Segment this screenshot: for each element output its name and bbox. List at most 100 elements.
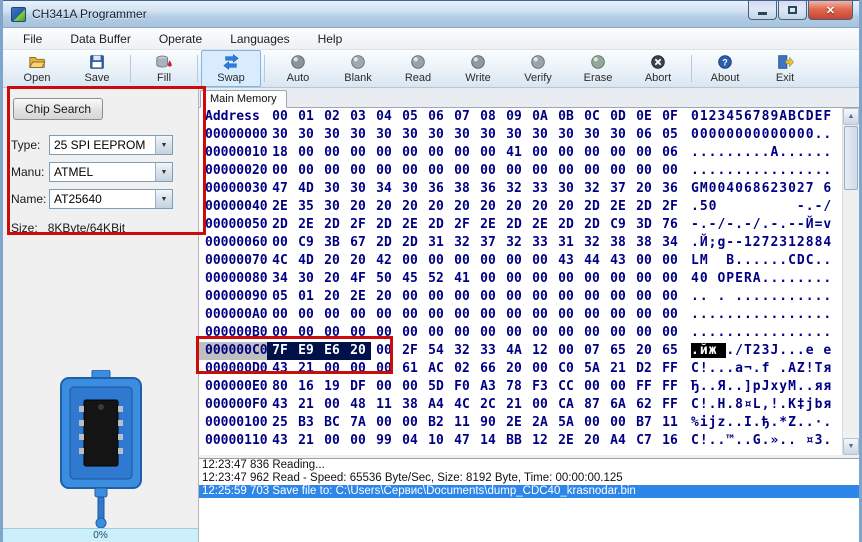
hex-byte-cell[interactable]: 2E xyxy=(475,216,501,234)
hex-byte-cell[interactable]: 00 xyxy=(449,162,475,180)
hex-byte-cell[interactable]: B3 xyxy=(293,414,319,432)
hex-byte-cell[interactable]: 00 xyxy=(319,162,345,180)
hex-byte-cell[interactable]: 2D xyxy=(319,216,345,234)
hex-byte-cell[interactable]: 20 xyxy=(579,432,605,450)
hex-row-00000110[interactable]: 00000110 43 21 00 00 99 04 10 47 14 BB 12 2E 20 A4 C7 16… xyxy=(199,432,842,450)
hex-byte-cell[interactable]: DF xyxy=(345,378,371,396)
hex-byte-cell[interactable]: 00 xyxy=(657,306,683,324)
hex-byte-cell[interactable]: 00 xyxy=(631,144,657,162)
hex-byte-cell[interactable]: 00 xyxy=(657,324,683,342)
hex-row-00000080[interactable]: 00000080 34 30 20 4F 50 45 52 41 00 00 00 00 00 00 00 00… xyxy=(199,270,842,288)
hex-byte-cell[interactable]: 30 xyxy=(319,180,345,198)
hex-byte-cell[interactable]: 00 xyxy=(423,144,449,162)
hex-byte-cell[interactable]: 00 xyxy=(345,324,371,342)
hex-byte-cell[interactable]: 00 xyxy=(527,270,553,288)
hex-byte-cell[interactable]: 00 xyxy=(605,162,631,180)
hex-byte-cell[interactable]: 00 xyxy=(527,162,553,180)
hex-row-00000010[interactable]: 00000010 18 00 00 00 00 00 00 00 00 41 00 00 00 00 00 06… xyxy=(199,144,842,162)
hex-byte-cell[interactable]: 00 xyxy=(475,306,501,324)
hex-byte-cell[interactable]: 2F xyxy=(397,342,423,360)
hex-byte-cell[interactable]: 00 xyxy=(527,252,553,270)
hex-byte-cell[interactable]: 00 xyxy=(319,324,345,342)
maximize-button[interactable] xyxy=(778,1,807,20)
hex-byte-cell[interactable]: 2A xyxy=(527,414,553,432)
hex-byte-cell[interactable]: 00 xyxy=(657,270,683,288)
hex-byte-cell[interactable]: 16 xyxy=(293,378,319,396)
hex-byte-cell[interactable]: 00 xyxy=(605,306,631,324)
hex-byte-cell[interactable]: 10 xyxy=(423,432,449,450)
hex-byte-cell[interactable]: 32 xyxy=(501,180,527,198)
hex-byte-cell[interactable]: 45 xyxy=(397,270,423,288)
hex-byte-cell[interactable]: 00 xyxy=(267,234,293,252)
hex-byte-cell[interactable]: 32 xyxy=(449,234,475,252)
hex-byte-cell[interactable]: 36 xyxy=(657,180,683,198)
toolbar-button-fill[interactable]: Fill xyxy=(134,50,194,87)
toolbar-button-verify[interactable]: Verify xyxy=(508,50,568,87)
hex-byte-cell[interactable]: 66 xyxy=(475,360,501,378)
hex-byte-cell[interactable]: 2E xyxy=(345,288,371,306)
toolbar-button-save[interactable]: Save xyxy=(67,50,127,87)
hex-byte-cell[interactable]: 00 xyxy=(345,432,371,450)
hex-byte-cell[interactable]: 3B xyxy=(319,234,345,252)
hex-row-00000000[interactable]: 00000000 30 30 30 30 30 30 30 30 30 30 30 30 30 30 06 05… xyxy=(199,126,842,144)
hex-byte-cell[interactable]: 00 xyxy=(475,288,501,306)
hex-byte-cell[interactable]: 80 xyxy=(267,378,293,396)
hex-byte-cell[interactable]: 20 xyxy=(631,180,657,198)
hex-byte-cell[interactable]: 7A xyxy=(345,414,371,432)
hex-byte-cell[interactable]: 00 xyxy=(423,324,449,342)
hex-byte-cell[interactable]: 00 xyxy=(293,144,319,162)
hex-row-000000A0[interactable]: 000000A0 00 00 00 00 00 00 00 00 00 00 00 00 00 00 00 00… xyxy=(199,306,842,324)
hex-byte-cell[interactable]: 00 xyxy=(553,288,579,306)
hex-byte-cell[interactable]: 2E xyxy=(605,198,631,216)
hex-byte-cell[interactable]: 00 xyxy=(345,306,371,324)
hex-row-00000020[interactable]: 00000020 00 00 00 00 00 00 00 00 00 00 00 00 00 00 00 00… xyxy=(199,162,842,180)
hex-byte-cell[interactable]: 2D xyxy=(553,216,579,234)
hex-row-00000090[interactable]: 00000090 05 01 20 2E 20 00 00 00 00 00 00 00 00 00 00 00… xyxy=(199,288,842,306)
hex-byte-cell[interactable]: 76 xyxy=(657,216,683,234)
toolbar-button-erase[interactable]: Erase xyxy=(568,50,628,87)
hex-byte-cell[interactable]: 05 xyxy=(267,288,293,306)
hex-byte-cell[interactable]: 62 xyxy=(631,396,657,414)
hex-byte-cell[interactable]: 00 xyxy=(449,252,475,270)
hex-byte-cell[interactable]: 00 xyxy=(319,360,345,378)
toolbar-button-open[interactable]: Open xyxy=(7,50,67,87)
hex-byte-cell[interactable]: E6 xyxy=(319,342,345,360)
hex-byte-cell[interactable]: 2E xyxy=(397,216,423,234)
hex-row-000000B0[interactable]: 000000B0 00 00 00 00 00 00 00 00 00 00 00 00 00 00 00 00… xyxy=(199,324,842,342)
hex-scrollbar[interactable]: ▲ ▼ xyxy=(842,108,859,455)
hex-byte-cell[interactable]: 2F xyxy=(345,216,371,234)
hex-byte-cell[interactable]: 00 xyxy=(501,270,527,288)
hex-byte-cell[interactable]: 00 xyxy=(293,324,319,342)
hex-byte-cell[interactable]: 00 xyxy=(267,324,293,342)
hex-byte-cell[interactable]: 20 xyxy=(319,252,345,270)
log-line[interactable]: 12:23:47 962 Read - Speed: 65536 Byte/Se… xyxy=(199,472,859,485)
hex-byte-cell[interactable]: 07 xyxy=(579,342,605,360)
log-line[interactable]: 12:25:59 703 Save file to: C:\Users\Серв… xyxy=(199,485,859,498)
hex-byte-cell[interactable]: 00 xyxy=(501,324,527,342)
hex-byte-cell[interactable]: 00 xyxy=(423,252,449,270)
hex-byte-cell[interactable]: 30 xyxy=(605,126,631,144)
hex-byte-cell[interactable]: 21 xyxy=(293,432,319,450)
hex-byte-cell[interactable]: 19 xyxy=(319,378,345,396)
hex-editor[interactable]: Address 00 01 02 03 04 05 06 07 08 09 0A 0B 0C 0D 0E 0F 0… xyxy=(199,108,842,455)
hex-byte-cell[interactable]: 00 xyxy=(553,324,579,342)
hex-byte-cell[interactable]: 6A xyxy=(605,396,631,414)
hex-byte-cell[interactable]: 00 xyxy=(397,378,423,396)
hex-byte-cell[interactable]: 00 xyxy=(371,162,397,180)
hex-byte-cell[interactable]: A3 xyxy=(475,378,501,396)
hex-byte-cell[interactable]: 00 xyxy=(579,378,605,396)
hex-row-00000030[interactable]: 00000030 47 4D 30 30 34 30 36 38 36 32 33 30 32 37 20 36… xyxy=(199,180,842,198)
hex-byte-cell[interactable]: 31 xyxy=(423,234,449,252)
hex-byte-cell[interactable]: 00 xyxy=(579,270,605,288)
hex-byte-cell[interactable]: 32 xyxy=(579,234,605,252)
hex-byte-cell[interactable]: 67 xyxy=(345,234,371,252)
menu-item-help[interactable]: Help xyxy=(304,29,357,49)
hex-row-000000D0[interactable]: 000000D0 43 21 00 00 00 61 AC 02 66 20 00 C0 5A 21 D2 FF… xyxy=(199,360,842,378)
hex-byte-cell[interactable]: FF xyxy=(657,378,683,396)
toolbar-button-about[interactable]: ? About xyxy=(695,50,755,87)
hex-byte-cell[interactable]: 11 xyxy=(449,414,475,432)
hex-byte-cell[interactable]: BC xyxy=(319,414,345,432)
hex-byte-cell[interactable]: 2D xyxy=(501,216,527,234)
log-line[interactable]: 12:23:47 836 Reading... xyxy=(199,459,859,472)
hex-byte-cell[interactable]: 50 xyxy=(371,270,397,288)
